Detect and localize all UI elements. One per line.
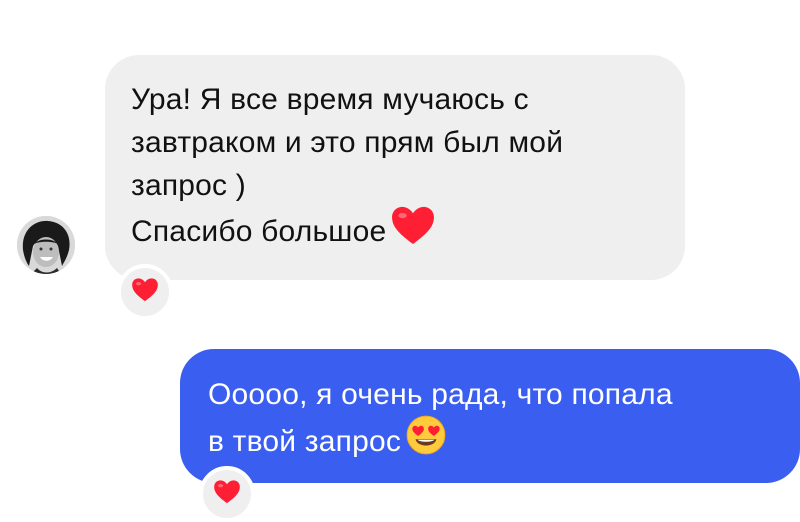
message-line: Ооооо, я очень рада, что попала xyxy=(208,378,673,411)
message-line: запрос ) xyxy=(131,169,246,202)
outgoing-message-bubble[interactable]: Ооооо, я очень рада, что попала в твой з… xyxy=(180,349,800,483)
message-line-text: Спасибо большое xyxy=(131,214,387,248)
heart-eyes-emoji-icon xyxy=(405,414,447,468)
red-heart-emoji-icon xyxy=(390,205,436,257)
avatar[interactable] xyxy=(17,216,75,274)
incoming-message-bubble[interactable]: Ура! Я все время мучаюсь с завтраком и э… xyxy=(105,55,685,280)
message-line-last: в твой запрос xyxy=(208,414,780,470)
message-line-text: в твой запрос xyxy=(208,424,402,458)
message-reaction[interactable] xyxy=(117,264,173,320)
message-line-last: Спасибо большое xyxy=(131,205,661,259)
red-heart-emoji-icon xyxy=(131,277,159,307)
message-reaction[interactable] xyxy=(199,466,255,522)
avatar-photo xyxy=(17,216,75,274)
red-heart-emoji-icon xyxy=(213,479,241,509)
chat-thread: Ура! Я все время мучаюсь с завтраком и э… xyxy=(0,0,800,522)
message-line: Ура! Я все время мучаюсь с xyxy=(131,83,529,116)
message-line: завтраком и это прям был мой xyxy=(131,126,564,159)
